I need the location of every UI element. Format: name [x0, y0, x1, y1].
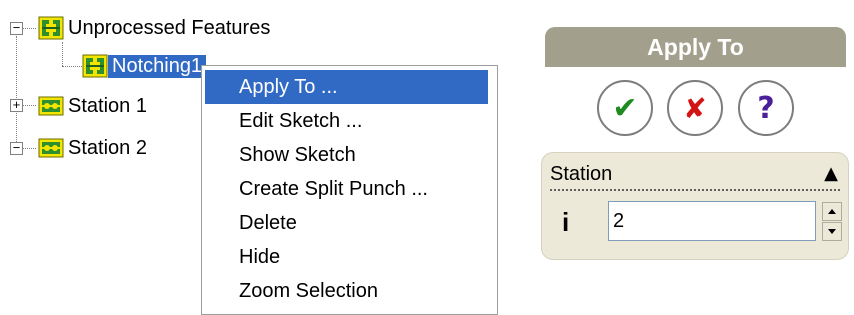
collapse-station-2-icon[interactable]: − — [10, 142, 23, 155]
station-index-icon: i — [562, 207, 570, 237]
menu-item-hide[interactable]: Hide — [205, 240, 488, 274]
notching-feature-icon — [82, 54, 108, 78]
checkmark-icon: ✔ — [612, 90, 638, 126]
station-spinbox — [608, 201, 846, 245]
property-manager-title: Apply To — [545, 27, 846, 67]
expand-station-1-icon[interactable]: + — [10, 99, 23, 112]
spin-down-button[interactable] — [822, 222, 842, 241]
menu-item-zoom-selection[interactable]: Zoom Selection — [205, 274, 488, 308]
station-group-header[interactable]: Station ▲ — [550, 159, 840, 191]
cancel-button[interactable]: ✘ — [667, 80, 723, 136]
menu-item-apply-to[interactable]: Apply To ... — [205, 70, 488, 104]
menu-item-show-sketch[interactable]: Show Sketch — [205, 138, 488, 172]
tree-line — [62, 42, 63, 66]
tree-item-unprocessed-features[interactable]: Unprocessed Features — [38, 14, 274, 42]
arrow-up-icon — [828, 209, 836, 214]
tree-line — [22, 148, 36, 149]
tree-item-label: Station 2 — [68, 136, 147, 159]
help-icon: ? — [757, 90, 775, 126]
context-menu: Apply To ... Edit Sketch ... Show Sketch… — [201, 65, 498, 315]
station-icon — [38, 94, 64, 118]
tree-line — [62, 66, 82, 67]
unprocessed-features-icon — [38, 16, 64, 40]
tree-line — [22, 105, 36, 106]
tree-item-notching1[interactable]: Notching1 — [82, 52, 207, 80]
tree-line — [16, 36, 17, 148]
tree-item-station-2[interactable]: Station 2 — [38, 134, 151, 162]
tree-item-label: Unprocessed Features — [68, 16, 271, 39]
station-number-input[interactable] — [608, 201, 816, 241]
close-icon: ✘ — [683, 91, 707, 125]
help-button[interactable]: ? — [738, 80, 794, 136]
tree-item-station-1[interactable]: Station 1 — [38, 92, 151, 120]
tree-line — [22, 28, 36, 29]
menu-item-edit-sketch[interactable]: Edit Sketch ... — [205, 104, 488, 138]
tree-item-label: Station 1 — [68, 94, 147, 117]
arrow-down-icon — [828, 229, 836, 234]
station-group-title: Station — [550, 163, 613, 185]
station-icon — [38, 136, 64, 160]
tree-item-label: Notching1 — [108, 54, 207, 78]
spin-up-button[interactable] — [822, 202, 842, 221]
collapse-unprocessed-icon[interactable]: − — [10, 22, 23, 35]
station-group: Station ▲ i — [541, 152, 849, 260]
menu-item-delete[interactable]: Delete — [205, 206, 488, 240]
ok-button[interactable]: ✔ — [597, 80, 653, 136]
collapse-arrow-icon[interactable]: ▲ — [824, 159, 838, 189]
menu-item-create-split-punch[interactable]: Create Split Punch ... — [205, 172, 488, 206]
